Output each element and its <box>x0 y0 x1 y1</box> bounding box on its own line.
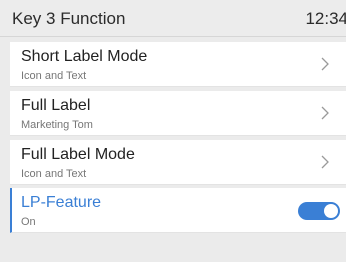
menu-item-full-label-mode[interactable]: Full Label Mode Icon and Text <box>10 140 346 185</box>
header-bar: Key 3 Function 12:34 <box>0 0 346 37</box>
menu-item-title: LP-Feature <box>21 194 102 211</box>
menu-item-value: Marketing Tom <box>21 119 93 131</box>
page-title: Key 3 Function <box>12 9 126 28</box>
menu-item-title: Full Label Mode <box>21 146 135 163</box>
menu-item-title: Full Label <box>21 97 91 114</box>
menu-item-value: On <box>21 216 36 228</box>
menu-item-lp-feature[interactable]: LP-Feature On <box>10 188 346 233</box>
menu-item-full-label[interactable]: Full Label Marketing Tom <box>10 91 346 136</box>
menu-item-short-label-mode[interactable]: Short Label Mode Icon and Text <box>10 42 346 87</box>
lp-feature-toggle[interactable] <box>298 202 340 220</box>
clock-time: 12:34 <box>305 9 346 28</box>
menu-item-value: Icon and Text <box>21 168 87 180</box>
menu-item-title: Short Label Mode <box>21 48 148 65</box>
toggle-knob <box>324 204 338 218</box>
menu-item-value: Icon and Text <box>21 70 87 82</box>
chevron-right-icon <box>321 57 329 71</box>
chevron-right-icon <box>321 155 329 169</box>
chevron-right-icon <box>321 106 329 120</box>
